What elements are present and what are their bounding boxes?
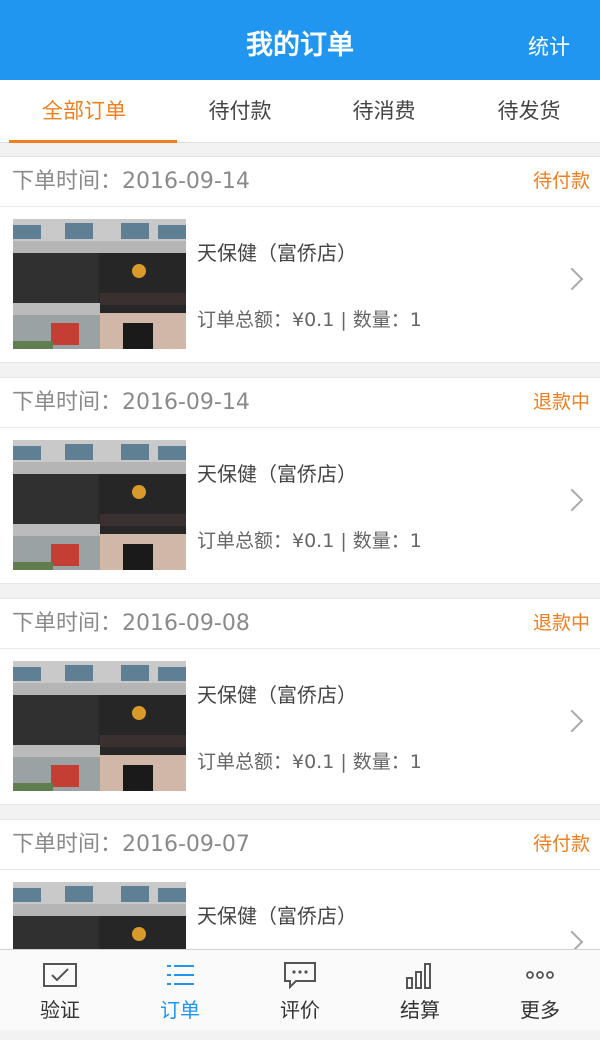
order-summary: 订单总额：¥0.1 | 数量：1 <box>197 530 422 552</box>
tabbar-item-settlement[interactable]: 结算 <box>360 950 480 1030</box>
tab-all-orders[interactable]: 全部订单 <box>9 80 177 143</box>
store-name: 天保健（富侨店） <box>197 904 357 928</box>
order-item-row[interactable]: 天保健（富侨店） 订单总额：¥0.1 | 数量：1 <box>0 428 600 583</box>
store-thumbnail <box>13 440 186 570</box>
tabbar-item-more[interactable]: 更多 <box>480 950 600 1030</box>
list-icon <box>162 960 198 990</box>
order-filter-tabs: 全部订单 待付款 待消费 待发货 <box>0 80 600 143</box>
store-name: 天保健（富侨店） <box>197 683 357 707</box>
order-card[interactable]: 下单时间：2016-09-14 待付款 天保健（富侨店） 订单总额：¥0.1 | 数… <box>0 156 600 363</box>
tabbar-label: 订单 <box>160 998 200 1022</box>
order-card[interactable]: 下单时间：2016-09-14 退款中 天保健（富侨店） 订单总额：¥0.1 | 数… <box>0 377 600 584</box>
order-status-badge: 退款中 <box>532 391 590 413</box>
more-dots-icon <box>522 960 558 990</box>
order-card[interactable]: 下单时间：2016-09-08 退款中 天保健（富侨店） 订单总额：¥0.1 | 数… <box>0 598 600 805</box>
app-header: 我的订单 统计 <box>0 0 600 80</box>
order-list: 下单时间：2016-09-14 待付款 天保健（富侨店） 订单总额：¥0.1 | 数… <box>0 156 600 1040</box>
chevron-right-icon <box>560 267 584 291</box>
order-time: 下单时间：2016-09-14 <box>12 169 250 194</box>
stats-button[interactable]: 统计 <box>528 0 570 80</box>
store-name: 天保健（富侨店） <box>197 462 357 486</box>
order-item-row[interactable]: 天保健（富侨店） 订单总额：¥0.1 | 数量：1 <box>0 649 600 804</box>
order-status-badge: 待付款 <box>532 833 590 855</box>
order-time: 下单时间：2016-09-08 <box>12 611 250 636</box>
order-summary: 订单总额：¥0.1 | 数量：1 <box>197 309 422 331</box>
order-header: 下单时间：2016-09-14 待付款 <box>0 157 600 207</box>
tabbar-item-verify[interactable]: 验证 <box>0 950 120 1030</box>
order-time: 下单时间：2016-09-14 <box>12 390 250 415</box>
chevron-right-icon <box>560 488 584 512</box>
tabbar-item-reviews[interactable]: 评价 <box>240 950 360 1030</box>
store-name: 天保健（富侨店） <box>197 241 357 265</box>
tabbar-item-orders[interactable]: 订单 <box>120 950 240 1030</box>
tab-pending-payment[interactable]: 待付款 <box>165 80 315 142</box>
tabbar-label: 更多 <box>520 998 560 1022</box>
order-header: 下单时间：2016-09-14 退款中 <box>0 378 600 428</box>
order-status-badge: 退款中 <box>532 612 590 634</box>
bar-chart-icon <box>402 960 438 990</box>
chat-bubble-icon <box>282 960 318 990</box>
envelope-check-icon <box>42 960 78 990</box>
order-item-row[interactable]: 天保健（富侨店） 订单总额：¥0.1 | 数量：1 <box>0 207 600 362</box>
order-summary: 订单总额：¥0.1 | 数量：1 <box>197 751 422 773</box>
bottom-tab-bar: 验证 订单 评价 结算 更多 <box>0 949 600 1030</box>
chevron-right-icon <box>560 709 584 733</box>
page-title: 我的订单 <box>246 30 354 61</box>
store-thumbnail <box>13 661 186 791</box>
order-time: 下单时间：2016-09-07 <box>12 832 250 857</box>
order-header: 下单时间：2016-09-07 待付款 <box>0 820 600 870</box>
tabbar-label: 验证 <box>40 998 80 1022</box>
tab-pending-shipment[interactable]: 待发货 <box>454 80 600 142</box>
tabbar-label: 结算 <box>400 998 440 1022</box>
order-status-badge: 待付款 <box>532 170 590 192</box>
store-thumbnail <box>13 219 186 349</box>
tabbar-label: 评价 <box>280 998 320 1022</box>
tab-pending-consumption[interactable]: 待消费 <box>309 80 459 142</box>
order-header: 下单时间：2016-09-08 退款中 <box>0 599 600 649</box>
